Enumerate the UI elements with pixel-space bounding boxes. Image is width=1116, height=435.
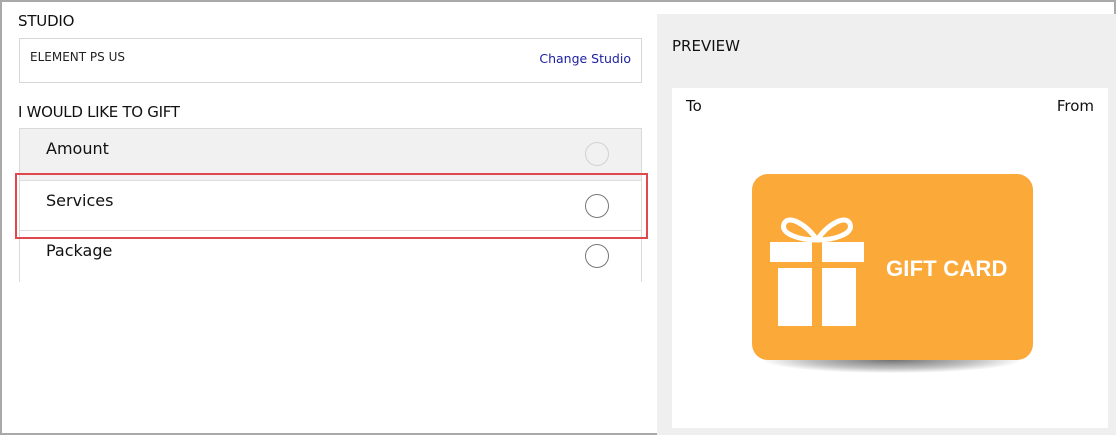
from-label: From xyxy=(1056,97,1094,115)
services-radio[interactable] xyxy=(585,194,609,218)
preview-panel: PREVIEW To From GIFT CARD xyxy=(657,14,1116,435)
package-radio[interactable] xyxy=(585,244,609,268)
gift-card: GIFT CARD xyxy=(752,174,1033,360)
gift-option-services[interactable]: Services xyxy=(20,180,641,231)
gift-option-label: Services xyxy=(46,191,114,210)
preview-heading: PREVIEW xyxy=(672,37,740,55)
studio-heading: STUDIO xyxy=(18,12,75,30)
gift-card-text: GIFT CARD xyxy=(886,256,1008,281)
preview-card-area: To From GIFT CARD xyxy=(672,88,1108,428)
gift-type-heading: I WOULD LIKE TO GIFT xyxy=(18,103,180,121)
studio-selector: ELEMENT PS US Change Studio xyxy=(19,38,642,83)
gift-type-options: Amount Services Package xyxy=(19,128,642,282)
gift-card-form: STUDIO ELEMENT PS US Change Studio I WOU… xyxy=(0,0,1116,435)
gift-option-label: Package xyxy=(46,241,113,260)
amount-radio[interactable] xyxy=(585,142,609,166)
change-studio-link[interactable]: Change Studio xyxy=(539,51,631,66)
gift-option-package[interactable]: Package xyxy=(20,231,641,282)
studio-name: ELEMENT PS US xyxy=(30,50,125,64)
gift-icon xyxy=(770,217,864,326)
gift-card-image: GIFT CARD xyxy=(744,171,1044,401)
gift-option-amount[interactable]: Amount xyxy=(20,129,641,180)
to-label: To xyxy=(686,97,702,115)
gift-option-label: Amount xyxy=(46,139,109,158)
